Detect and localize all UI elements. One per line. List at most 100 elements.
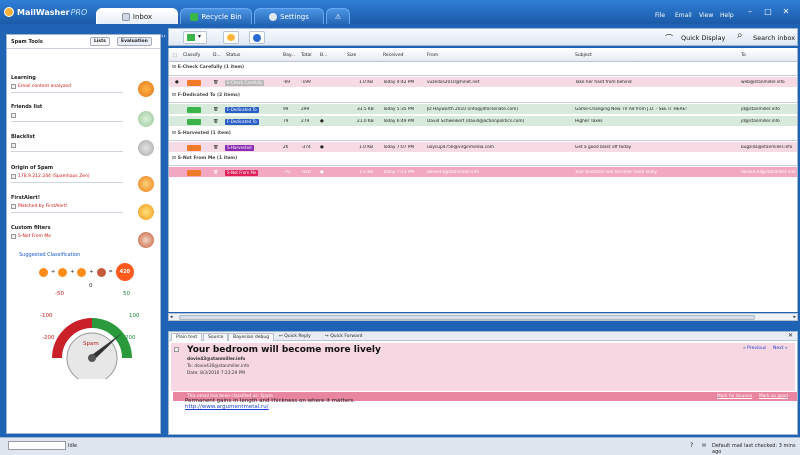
collapse-icon: ⊟ (172, 65, 176, 70)
col-received[interactable]: Received (383, 53, 403, 58)
help-button[interactable] (249, 31, 265, 44)
col-to[interactable]: To (741, 53, 746, 58)
classify-icon[interactable] (187, 80, 201, 86)
group-header[interactable]: ⊟ E-Check Carefully (1 item) (172, 65, 244, 70)
expand-toggle[interactable] (11, 84, 16, 89)
trash-icon[interactable]: 🗑 (213, 119, 218, 124)
table-row[interactable]: 🗑 F-Dedicated To 99 299 33.5 KB Today 5:… (169, 104, 797, 114)
globe-icon (253, 34, 261, 42)
tab-inbox[interactable]: Inbox (96, 8, 178, 24)
expand-toggle[interactable] (11, 204, 16, 209)
expand-toggle[interactable] (11, 234, 16, 239)
message-date: 8/3/2010 7:23:29 PM (200, 371, 245, 376)
tool-firstalert: FirstAlert! Matched by FirstAlert! (11, 195, 158, 213)
classify-icon[interactable] (187, 145, 201, 151)
trash-icon[interactable]: 🗑 (213, 80, 218, 85)
mark-as-good-link[interactable]: Mark as good (759, 394, 788, 399)
total-score-badge: 420 (115, 263, 134, 281)
table-row[interactable]: 🗑 S-Harvested 26 -374 ● 1.0 KB Today 7:0… (169, 142, 797, 152)
menu-help[interactable]: Help (720, 12, 734, 19)
close-preview-icon[interactable]: ✕ (788, 332, 793, 339)
group-header[interactable]: ⊟ S-Harvested (1 item) (172, 131, 231, 136)
horizontal-scrollbar[interactable]: ◂ ▸ (168, 313, 798, 321)
chevron-down-icon: ▾ (198, 33, 202, 40)
spam-tools-panel: Spam Tools Lists Evaluation Learning Ema… (6, 34, 161, 434)
mark-for-bounce-link[interactable]: Mark for bounce (717, 394, 752, 399)
column-selector-icon[interactable]: ⬚ (173, 53, 177, 58)
group-header[interactable]: ⊟ S-Not From Me (1 item) (172, 156, 237, 161)
status-badge: F-Dedicated To (225, 107, 259, 113)
scrollbar-thumb[interactable] (179, 315, 755, 320)
tab-settings[interactable]: Settings (254, 8, 324, 24)
expand-toggle[interactable] (11, 174, 16, 179)
app-window: MailWasher PRO Inbox Recycle Bin Setting… (0, 0, 800, 455)
trash-icon[interactable]: 🗑 (213, 145, 218, 150)
table-row[interactable]: ● 🗑 E-Check Carefully -69 -199 1.0 KB To… (169, 77, 797, 87)
message-subject: Your bedroom will become more lively (187, 345, 381, 355)
col-status[interactable]: Status (226, 53, 240, 58)
title-bar: MailWasher PRO Inbox Recycle Bin Setting… (0, 0, 800, 24)
trash-icon[interactable]: 🗑 (213, 170, 218, 175)
check-mail-button[interactable]: ▾ (183, 31, 207, 44)
group-header[interactable]: ⊟ F-Dedicated To (2 items) (172, 93, 240, 98)
collapse-icon: ⊟ (172, 93, 176, 98)
col-from[interactable]: From (427, 53, 438, 58)
origin-icon (58, 267, 68, 277)
col-classify[interactable]: Classify (183, 53, 200, 58)
learning-icon (39, 267, 48, 277)
classify-icon[interactable] (187, 119, 201, 125)
table-row[interactable]: 🗑 F-Dedicated To 79 279 ● 21.0 KB Today … (169, 116, 797, 126)
next-link[interactable]: Next » (773, 346, 788, 351)
status-badge: F-Dedicated To (225, 119, 259, 125)
menu-email[interactable]: Email (675, 12, 692, 19)
help-icon[interactable]: ? (690, 442, 693, 449)
check-mail-icon (187, 34, 195, 41)
classify-icon[interactable] (187, 170, 201, 176)
status-badge: S-Not From Me (225, 170, 259, 176)
col-subject[interactable]: Subject (575, 53, 592, 58)
tab-source[interactable]: Source (203, 333, 229, 341)
trash-icon[interactable]: 🗑 (213, 107, 218, 112)
quick-reply-button[interactable]: ↩ Quick Reply (279, 334, 311, 339)
col-bounce[interactable]: B... (320, 53, 327, 58)
tab-plain-text[interactable]: Plain text (171, 333, 203, 341)
lists-toggle[interactable]: Lists (90, 37, 110, 46)
quick-forward-button[interactable]: ↪ Quick Forward (325, 334, 362, 339)
collapse-panel-button[interactable]: ‹‹ (161, 33, 166, 40)
classify-icon[interactable] (187, 107, 201, 113)
col-total[interactable]: Total (301, 53, 312, 58)
close-button[interactable]: ✕ (780, 7, 792, 17)
process-mail-button[interactable] (223, 31, 239, 44)
status-badge: S-Harvested (225, 145, 254, 151)
previous-link[interactable]: « Previous (743, 346, 766, 351)
warning-icon: ⚠ (334, 12, 342, 21)
table-row-selected[interactable]: 🗑 S-Not From Me -70 -420 ● 1.0 KB Today … (169, 167, 797, 177)
toolbar: ‹‹ ▾ ⌒ Quick Display ⌕ Search inbox (161, 28, 798, 46)
expand-toggle[interactable] (11, 113, 16, 118)
menu-file[interactable]: File (655, 12, 665, 19)
alert-icon (138, 204, 154, 220)
expand-toggle[interactable] (11, 143, 16, 148)
col-bayesian[interactable]: Bay... (283, 53, 295, 58)
scroll-right-icon[interactable]: ▸ (793, 314, 796, 320)
tab-recycle-bin[interactable]: Recycle Bin (180, 8, 252, 24)
tab-bayesian-debug[interactable]: Bayesian debug (228, 333, 275, 341)
collapse-toggle[interactable] (174, 347, 179, 352)
tab-alerts[interactable]: ⚠ (326, 8, 350, 24)
scroll-left-icon[interactable]: ◂ (170, 314, 173, 320)
evaluation-toggle[interactable]: Evaluation (117, 37, 152, 46)
quick-display-icon: ⌒ (665, 34, 673, 43)
col-size[interactable]: Size (347, 53, 356, 58)
app-logo: MailWasher PRO (4, 5, 87, 19)
forward-icon: ↪ (325, 334, 329, 339)
menu-view[interactable]: View (699, 12, 713, 19)
search-inbox-button[interactable]: Search inbox (753, 34, 795, 42)
tool-custom-filters: Custom filters S-Not From Me (11, 225, 52, 239)
col-delete[interactable]: D... (213, 53, 221, 58)
message-link[interactable]: http://www.argumentmetal.ru/ (185, 404, 355, 410)
minimize-button[interactable]: – (744, 7, 756, 17)
maximize-button[interactable]: □ (762, 7, 774, 17)
preview-pane: Plain text Source Bayesian debug ↩ Quick… (168, 331, 798, 435)
quick-display-button[interactable]: Quick Display (681, 34, 725, 42)
message-header: Your bedroom will become more lively dov… (171, 343, 797, 401)
